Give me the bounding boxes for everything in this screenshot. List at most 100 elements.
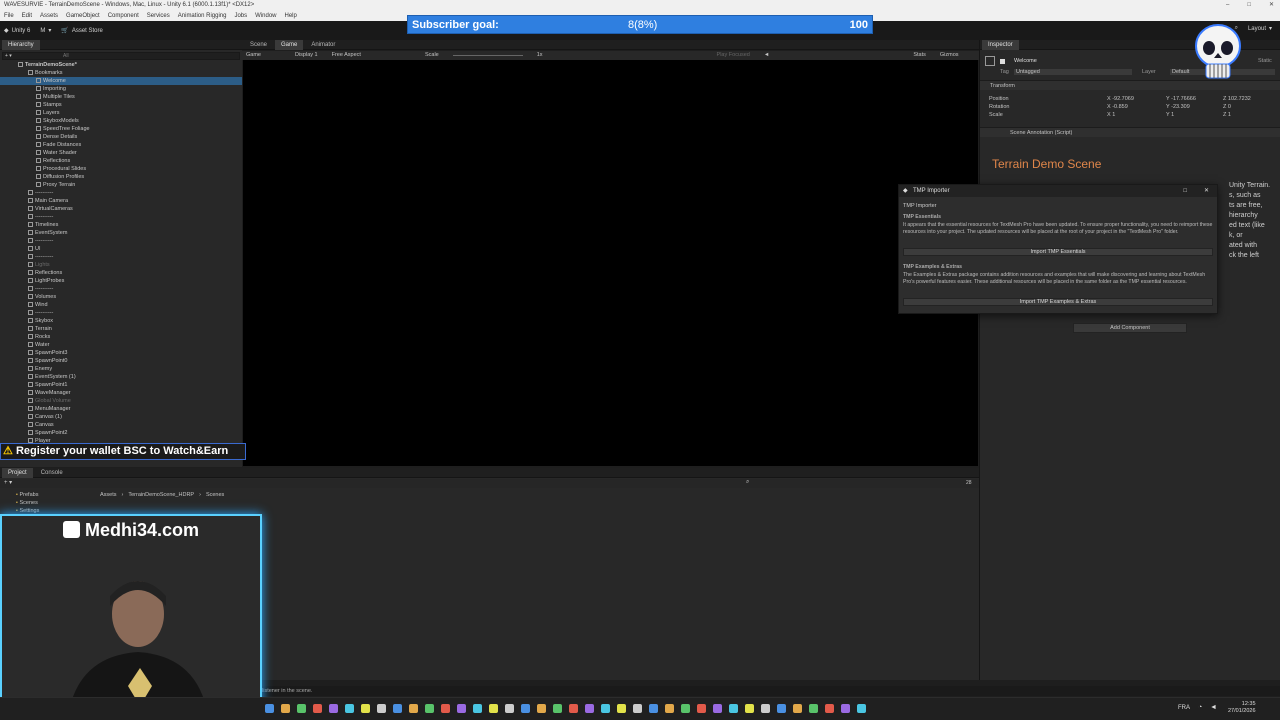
taskbar-app-icon[interactable] <box>281 704 290 713</box>
hierarchy-item[interactable]: EventSystem (1) <box>0 373 242 381</box>
add-icon[interactable]: + ▾ <box>5 53 12 60</box>
hierarchy-item[interactable]: SpawnPoint3 <box>0 349 242 357</box>
taskbar-app-icon[interactable] <box>457 704 466 713</box>
tmp-tab[interactable]: TMP Importer <box>903 203 937 209</box>
taskbar-app-icon[interactable] <box>521 704 530 713</box>
hierarchy-item[interactable]: Stamps <box>0 101 242 109</box>
tab-animator[interactable]: Animator <box>305 40 341 50</box>
hierarchy-item[interactable]: LightProbes <box>0 277 242 285</box>
taskbar-app-icon[interactable] <box>297 704 306 713</box>
taskbar-app-icon[interactable] <box>665 704 674 713</box>
scale-z-field[interactable]: Z 1 <box>1223 112 1231 118</box>
hierarchy-item[interactable]: SpeedTree Foliage <box>0 125 242 133</box>
hierarchy-item[interactable]: Canvas <box>0 421 242 429</box>
tab-game[interactable]: Game <box>275 39 304 50</box>
unity-version-button[interactable]: ◆ Unity 6 <box>4 27 30 35</box>
taskbar-app-icon[interactable] <box>425 704 434 713</box>
hierarchy-item[interactable]: Global Volume <box>0 397 242 405</box>
taskbar-app-icon[interactable] <box>809 704 818 713</box>
hierarchy-item[interactable]: Skybox <box>0 317 242 325</box>
taskbar-app-icon[interactable] <box>857 704 866 713</box>
maximize-icon[interactable]: □ <box>1183 185 1187 197</box>
menu-item-gameobject[interactable]: GameObject <box>66 11 100 21</box>
rotation-y-field[interactable]: Y -23.309 <box>1166 104 1190 110</box>
hierarchy-item[interactable]: Water <box>0 341 242 349</box>
account-button[interactable]: M ▾ <box>40 27 51 35</box>
import-tmp-essentials-button[interactable]: Import TMP Essentials <box>903 248 1213 256</box>
hierarchy-item[interactable]: Volumes <box>0 293 242 301</box>
maximize-icon[interactable]: □ <box>1247 0 1251 11</box>
rotation-x-field[interactable]: X -0.859 <box>1107 104 1128 110</box>
scale-x-field[interactable]: X 1 <box>1107 112 1115 118</box>
taskbar-app-icon[interactable] <box>713 704 722 713</box>
static-toggle[interactable]: Static <box>1258 58 1272 64</box>
menu-item-component[interactable]: Component <box>108 11 139 21</box>
hierarchy-item[interactable]: ---------- <box>0 213 242 221</box>
hierarchy-item[interactable]: Dense Details <box>0 133 242 141</box>
tab-project[interactable]: Project <box>2 467 33 478</box>
hierarchy-item[interactable]: Bookmarks <box>0 69 242 77</box>
taskbar-app-icon[interactable] <box>313 704 322 713</box>
project-folder[interactable]: ▪ Scenes <box>16 499 96 507</box>
asset-store-button[interactable]: 🛒 Asset Store <box>61 27 103 35</box>
taskbar-app-icon[interactable] <box>505 704 514 713</box>
hierarchy-item[interactable]: Main Camera <box>0 197 242 205</box>
scale-slider[interactable] <box>452 55 523 56</box>
taskbar-app-icon[interactable] <box>377 704 386 713</box>
position-y-field[interactable]: Y -17.76666 <box>1166 96 1196 102</box>
hierarchy-item[interactable]: SpawnPoint2 <box>0 429 242 437</box>
hierarchy-item[interactable]: Wind <box>0 301 242 309</box>
rotation-z-field[interactable]: Z 0 <box>1223 104 1231 110</box>
hierarchy-item[interactable]: Reflections <box>0 269 242 277</box>
hierarchy-item[interactable]: ---------- <box>0 309 242 317</box>
taskbar-app-icon[interactable] <box>745 704 754 713</box>
menu-item-services[interactable]: Services <box>147 11 170 21</box>
tab-console[interactable]: Console <box>35 468 69 478</box>
hierarchy-item[interactable]: MenuManager <box>0 405 242 413</box>
menu-item-edit[interactable]: Edit <box>22 11 32 21</box>
active-checkbox[interactable] <box>1000 59 1005 64</box>
position-x-field[interactable]: X -92.7069 <box>1107 96 1134 102</box>
taskbar-app-icon[interactable] <box>409 704 418 713</box>
hierarchy-item[interactable]: Procedural Slides <box>0 165 242 173</box>
hierarchy-item[interactable]: Rocks <box>0 333 242 341</box>
hierarchy-root[interactable]: TerrainDemoScene* <box>0 61 242 69</box>
hierarchy-item[interactable]: ---------- <box>0 253 242 261</box>
tab-inspector[interactable]: Inspector <box>982 39 1019 50</box>
taskbar-app-icon[interactable] <box>393 704 402 713</box>
mute-icon[interactable]: ◄ <box>764 51 769 60</box>
breadcrumb-item[interactable]: TerrainDemoScene_HDRP <box>128 492 194 498</box>
minimize-icon[interactable]: – <box>1226 0 1229 11</box>
hierarchy-item[interactable]: ---------- <box>0 189 242 197</box>
display-dropdown[interactable]: Display 1 <box>295 51 318 60</box>
breadcrumb-item[interactable]: Scenes <box>206 492 224 498</box>
import-tmp-extras-button[interactable]: Import TMP Examples & Extras <box>903 298 1213 306</box>
hierarchy-item[interactable]: SpawnPoint0 <box>0 357 242 365</box>
close-icon[interactable]: ✕ <box>1269 0 1274 11</box>
tag-dropdown[interactable]: Untagged <box>1014 69 1132 75</box>
taskbar-app-icon[interactable] <box>489 704 498 713</box>
taskbar-app-icon[interactable] <box>633 704 642 713</box>
hierarchy-item[interactable]: Enemy <box>0 365 242 373</box>
search-icon[interactable]: ⌕ <box>746 479 749 486</box>
tab-scene[interactable]: Scene <box>244 40 273 50</box>
add-component-button[interactable]: Add Component <box>1073 323 1187 333</box>
object-name-field[interactable]: Welcome <box>1014 58 1037 64</box>
game-viewport[interactable] <box>243 60 978 466</box>
menu-item-jobs[interactable]: Jobs <box>234 11 247 21</box>
language-indicator[interactable]: FRA <box>1178 705 1190 711</box>
taskbar-app-icon[interactable] <box>585 704 594 713</box>
taskbar-app-icon[interactable] <box>601 704 610 713</box>
hierarchy-item[interactable]: VirtualCameras <box>0 205 242 213</box>
taskbar-app-icon[interactable] <box>617 704 626 713</box>
menu-item-animation-rigging[interactable]: Animation Rigging <box>178 11 227 21</box>
hierarchy-item[interactable]: Proxy Terrain <box>0 181 242 189</box>
taskbar-app-icon[interactable] <box>649 704 658 713</box>
play-focused-dropdown[interactable]: Play Focused <box>717 51 750 60</box>
script-header[interactable]: Scene Annotation (Script) <box>980 127 1280 137</box>
taskbar-app-icon[interactable] <box>537 704 546 713</box>
taskbar-app-icon[interactable] <box>569 704 578 713</box>
hierarchy-item[interactable]: Timelines <box>0 221 242 229</box>
scale-y-field[interactable]: Y 1 <box>1166 112 1174 118</box>
wifi-icon[interactable]: ◔ <box>1198 704 1202 711</box>
